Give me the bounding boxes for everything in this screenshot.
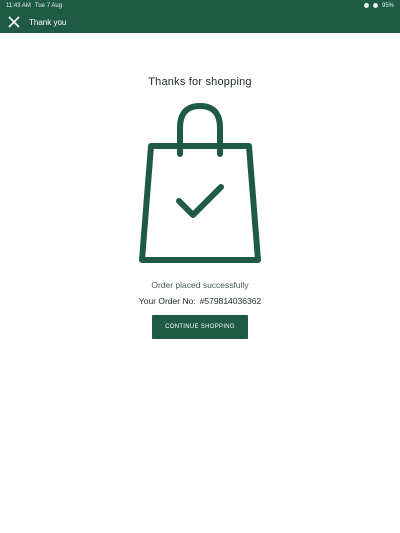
status-time: 11:43 AM <box>6 2 31 9</box>
app-bar-title: Thank you <box>29 17 67 27</box>
status-right: 95% <box>363 2 394 9</box>
app-bar: Thank you <box>0 11 400 33</box>
status-left: 11:43 AM Tue 7 Aug <box>6 3 62 9</box>
order-number-value: #579814036362 <box>199 296 262 306</box>
status-bar: 11:43 AM Tue 7 Aug 95% <box>0 0 400 11</box>
shopping-bag-check-icon <box>139 102 261 263</box>
wifi-icon <box>363 3 369 8</box>
location-icon <box>372 3 378 8</box>
order-success-message: Order placed successfully <box>151 280 249 290</box>
thank-you-content: Thanks for shopping Order placed success… <box>0 33 400 339</box>
thank-you-screen: 11:43 AM Tue 7 Aug 95% Thank you Thanks … <box>0 0 400 533</box>
status-date: Tue 7 Aug <box>34 2 63 9</box>
order-number-line: Your Order No: #579814036362 <box>0 296 400 306</box>
battery-level: 95% <box>381 2 394 9</box>
close-icon <box>8 16 20 28</box>
close-button[interactable] <box>6 14 22 30</box>
order-number-label: Your Order No: <box>138 296 196 306</box>
page-heading: Thanks for shopping <box>148 76 252 88</box>
continue-shopping-button[interactable]: CONTINUE SHOPPING <box>152 315 248 339</box>
